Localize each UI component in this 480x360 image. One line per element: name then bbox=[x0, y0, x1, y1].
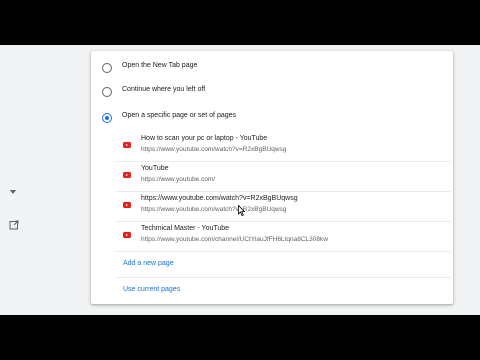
page-title: Techmical Master - YouTube bbox=[141, 225, 230, 232]
youtube-icon bbox=[123, 232, 131, 238]
page-title: https://www.youtube.com/watch?v=R2xBgBUq… bbox=[141, 195, 298, 202]
open-in-new-icon[interactable] bbox=[9, 220, 19, 230]
mouse-cursor-icon bbox=[238, 205, 245, 216]
page-url: https://www.youtube.com/watch?v=R2xBgBUq… bbox=[141, 206, 287, 213]
video-letterbox-bottom bbox=[0, 315, 480, 360]
startup-option-specific-pages[interactable]: Open a specific page or set of pages bbox=[91, 104, 453, 132]
on-startup-card: Open the New Tab page Continue where you… bbox=[91, 51, 453, 304]
page-url: https://www.youtube.com/watch?v=R2xBgBUq… bbox=[141, 146, 287, 153]
youtube-icon bbox=[123, 142, 131, 148]
video-letterbox-top bbox=[0, 0, 480, 45]
youtube-icon bbox=[123, 202, 131, 208]
startup-option-label: Open the New Tab page bbox=[122, 62, 198, 69]
page-url: https://www.youtube.com/channel/UCtYiauJ… bbox=[141, 236, 328, 243]
page-url: https://www.youtube.com/ bbox=[141, 176, 216, 183]
page-title: YouTube bbox=[141, 165, 169, 172]
startup-option-label: Continue where you left off bbox=[122, 86, 206, 93]
startup-page-item: YouTube https://www.youtube.com/ bbox=[116, 161, 451, 191]
startup-page-item: Techmical Master - YouTube https://www.y… bbox=[116, 221, 451, 251]
use-current-pages-link[interactable]: Use current pages bbox=[123, 286, 180, 293]
youtube-icon bbox=[123, 172, 131, 178]
radio-button[interactable] bbox=[102, 87, 112, 97]
startup-page-item: How to scan your pc or laptop - YouTube … bbox=[116, 131, 451, 161]
radio-button[interactable] bbox=[102, 63, 112, 73]
startup-page-item: https://www.youtube.com/watch?v=R2xBgBUq… bbox=[116, 191, 451, 221]
startup-option-continue[interactable]: Continue where you left off bbox=[91, 78, 453, 106]
startup-option-label: Open a specific page or set of pages bbox=[122, 112, 237, 119]
use-current-pages-row: Use current pages bbox=[116, 277, 451, 307]
radio-button-selected[interactable] bbox=[102, 113, 112, 123]
add-new-page-link[interactable]: Add a new page bbox=[123, 260, 174, 267]
page-title: How to scan your pc or laptop - YouTube bbox=[141, 135, 268, 142]
dropdown-arrow-icon[interactable] bbox=[10, 190, 16, 194]
